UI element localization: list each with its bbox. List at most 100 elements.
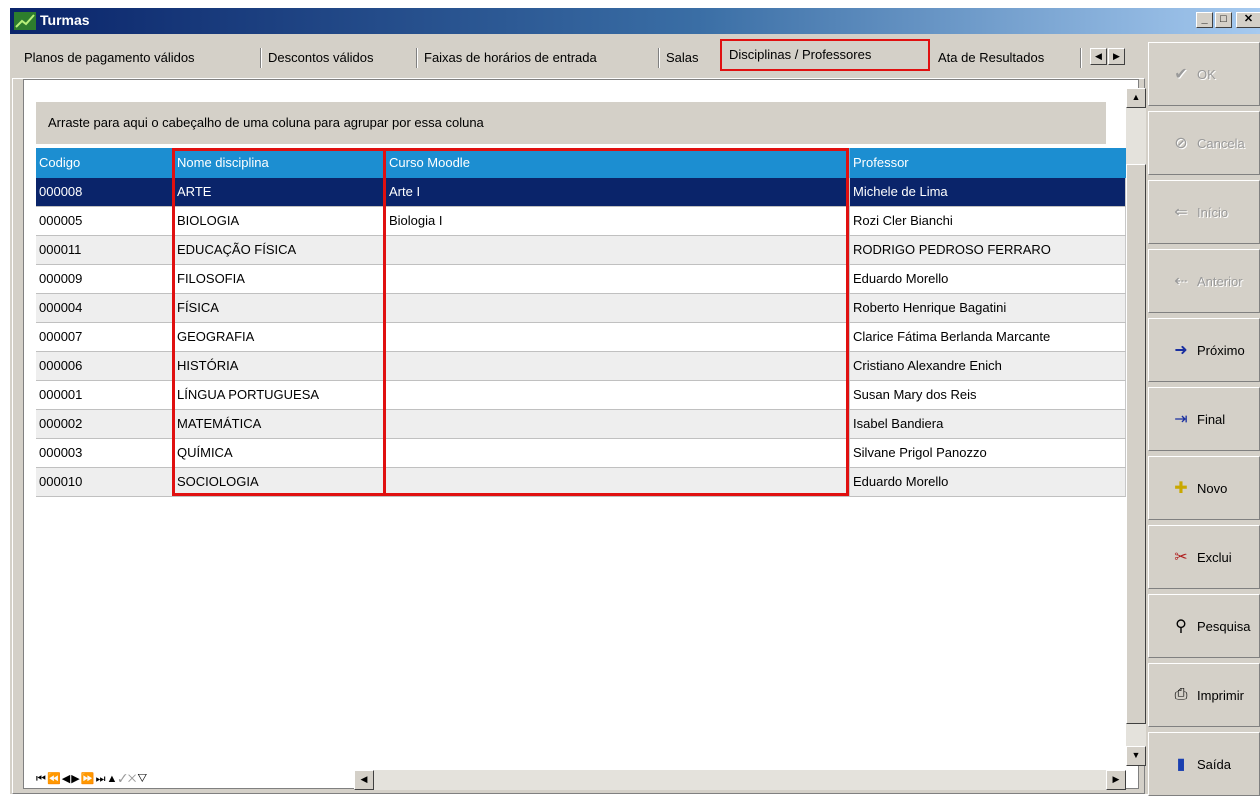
cell-professor[interactable]: Rozi Cler Bianchi bbox=[850, 207, 1126, 235]
novo-button[interactable]: ✚ Novo bbox=[1148, 456, 1260, 520]
cell-nome-disciplina[interactable]: MATEMÁTICA bbox=[174, 410, 386, 438]
imprimir-button[interactable]: ⎙ Imprimir bbox=[1148, 663, 1260, 727]
scroll-right-button[interactable]: ▶ bbox=[1106, 770, 1126, 790]
cell-codigo[interactable]: 000007 bbox=[36, 323, 174, 351]
pesquisa-button[interactable]: ⚲ Pesquisa bbox=[1148, 594, 1260, 658]
cell-professor[interactable]: Cristiano Alexandre Enich bbox=[850, 352, 1126, 380]
cell-codigo[interactable]: 000003 bbox=[36, 439, 174, 467]
proximo-button[interactable]: ➜ Próximo bbox=[1148, 318, 1260, 382]
cell-codigo[interactable]: 000009 bbox=[36, 265, 174, 293]
saida-button[interactable]: ▮ Saída bbox=[1148, 732, 1260, 796]
column-header-codigo[interactable]: Codigo bbox=[36, 148, 174, 178]
nav-prior-icon[interactable]: ◀ bbox=[62, 773, 71, 785]
ok-button[interactable]: ✔ OK bbox=[1148, 42, 1260, 106]
cell-codigo[interactable]: 000006 bbox=[36, 352, 174, 380]
cell-curso-moodle[interactable] bbox=[386, 410, 850, 438]
tab-scroll-left-button[interactable]: ◀ bbox=[1090, 48, 1107, 65]
table-row[interactable]: 000004 FÍSICA Roberto Henrique Bagatini bbox=[36, 294, 1126, 323]
cell-curso-moodle[interactable] bbox=[386, 265, 850, 293]
tab-disciplinas-professores[interactable]: Disciplinas / Professores bbox=[720, 39, 930, 71]
nav-last-icon[interactable]: ⏭ bbox=[96, 773, 106, 785]
cell-curso-moodle[interactable] bbox=[386, 468, 850, 496]
cell-professor[interactable]: Susan Mary dos Reis bbox=[850, 381, 1126, 409]
nav-filter-icon[interactable]: ▽ bbox=[137, 773, 147, 785]
vertical-scroll-thumb[interactable] bbox=[1126, 164, 1146, 724]
table-row[interactable]: 000005 BIOLOGIA Biologia I Rozi Cler Bianch… bbox=[36, 207, 1126, 236]
cell-professor[interactable]: Clarice Fátima Berlanda Marcante bbox=[850, 323, 1126, 351]
cell-professor[interactable]: Eduardo Morello bbox=[850, 265, 1126, 293]
cell-codigo[interactable]: 000010 bbox=[36, 468, 174, 496]
tab-scroll-right-button[interactable]: ▶ bbox=[1108, 48, 1125, 65]
cell-curso-moodle[interactable]: Biologia I bbox=[386, 207, 850, 235]
cell-nome-disciplina[interactable]: BIOLOGIA bbox=[174, 207, 386, 235]
table-row[interactable]: 000007 GEOGRAFIA Clarice Fátima Berlanda M… bbox=[36, 323, 1126, 352]
cell-codigo[interactable]: 000002 bbox=[36, 410, 174, 438]
cell-curso-moodle[interactable] bbox=[386, 352, 850, 380]
nav-prior-page-icon[interactable]: ⏪ bbox=[47, 773, 61, 785]
nav-post-icon[interactable]: ✓ bbox=[118, 773, 126, 785]
table-row[interactable]: 000001 LÍNGUA PORTUGUESA Susan Mary dos Re… bbox=[36, 381, 1126, 410]
cell-codigo[interactable]: 000001 bbox=[36, 381, 174, 409]
cell-nome-disciplina[interactable]: HISTÓRIA bbox=[174, 352, 386, 380]
tab-faixas-horarios[interactable]: Faixas de horários de entrada bbox=[418, 46, 597, 70]
table-row[interactable]: 000003 QUÍMICA Silvane Prigol Panozzo bbox=[36, 439, 1126, 468]
nav-first-icon[interactable]: ⏮ bbox=[36, 773, 46, 785]
close-button[interactable]: ✕ bbox=[1236, 12, 1260, 28]
cell-nome-disciplina[interactable]: FÍSICA bbox=[174, 294, 386, 322]
cell-curso-moodle[interactable] bbox=[386, 381, 850, 409]
table-row[interactable]: 000006 HISTÓRIA Cristiano Alexandre Enich bbox=[36, 352, 1126, 381]
vertical-scrollbar[interactable]: ▲ ▼ bbox=[1126, 88, 1146, 766]
cell-nome-disciplina[interactable]: EDUCAÇÃO FÍSICA bbox=[174, 236, 386, 264]
cell-nome-disciplina[interactable]: QUÍMICA bbox=[174, 439, 386, 467]
scroll-left-button[interactable]: ◀ bbox=[354, 770, 374, 790]
cell-curso-moodle[interactable] bbox=[386, 236, 850, 264]
horizontal-scrollbar[interactable]: ◀ ▶ bbox=[354, 770, 1126, 790]
sidebar-button-label: Imprimir bbox=[1197, 687, 1244, 703]
cell-curso-moodle[interactable] bbox=[386, 294, 850, 322]
cell-nome-disciplina[interactable]: SOCIOLOGIA bbox=[174, 468, 386, 496]
cell-professor[interactable]: Silvane Prigol Panozzo bbox=[850, 439, 1126, 467]
cell-codigo[interactable]: 000008 bbox=[36, 178, 174, 206]
cell-codigo[interactable]: 000004 bbox=[36, 294, 174, 322]
final-button[interactable]: ⇥ Final bbox=[1148, 387, 1260, 451]
cell-professor[interactable]: Isabel Bandiera bbox=[850, 410, 1126, 438]
table-row[interactable]: 000002 MATEMÁTICA Isabel Bandiera bbox=[36, 410, 1126, 439]
tab-planos-pagamento[interactable]: Planos de pagamento válidos bbox=[18, 46, 195, 70]
nav-cancel-icon[interactable]: ✕ bbox=[128, 773, 136, 785]
column-header-curso-moodle[interactable]: Curso Moodle bbox=[386, 148, 850, 178]
cell-codigo[interactable]: 000011 bbox=[36, 236, 174, 264]
inicio-button[interactable]: ⇐ Início bbox=[1148, 180, 1260, 244]
tab-salas[interactable]: Salas bbox=[660, 46, 699, 70]
column-header-professor[interactable]: Professor bbox=[850, 148, 1126, 178]
cell-curso-moodle[interactable] bbox=[386, 323, 850, 351]
cell-codigo[interactable]: 000005 bbox=[36, 207, 174, 235]
anterior-button[interactable]: ⇠ Anterior bbox=[1148, 249, 1260, 313]
minimize-button[interactable]: _ bbox=[1196, 12, 1213, 28]
maximize-button[interactable]: □ bbox=[1215, 12, 1232, 28]
table-row[interactable]: 000011 EDUCAÇÃO FÍSICA RODRIGO PEDROSO FER… bbox=[36, 236, 1126, 265]
table-row[interactable]: 000010 SOCIOLOGIA Eduardo Morello bbox=[36, 468, 1126, 497]
cell-professor[interactable]: Michele de Lima bbox=[850, 178, 1126, 206]
tab-descontos[interactable]: Descontos válidos bbox=[262, 46, 374, 70]
table-row[interactable]: 000009 FILOSOFIA Eduardo Morello bbox=[36, 265, 1126, 294]
tab-ata-resultados[interactable]: Ata de Resultados bbox=[932, 46, 1044, 70]
cell-curso-moodle[interactable]: Arte I bbox=[386, 178, 850, 206]
nav-insert-icon[interactable]: ▲ bbox=[107, 773, 118, 785]
exclui-button[interactable]: ✂ Exclui bbox=[1148, 525, 1260, 589]
cell-curso-moodle[interactable] bbox=[386, 439, 850, 467]
scroll-up-button[interactable]: ▲ bbox=[1126, 88, 1146, 108]
table-row[interactable]: 000008 ARTE Arte I Michele de Lima bbox=[36, 178, 1126, 207]
cell-professor[interactable]: RODRIGO PEDROSO FERRARO bbox=[850, 236, 1126, 264]
cell-nome-disciplina[interactable]: GEOGRAFIA bbox=[174, 323, 386, 351]
cancela-button[interactable]: ⊘ Cancela bbox=[1148, 111, 1260, 175]
nav-next-icon[interactable]: ▶ bbox=[71, 773, 80, 785]
cell-nome-disciplina[interactable]: ARTE bbox=[174, 178, 386, 206]
cell-professor[interactable]: Eduardo Morello bbox=[850, 468, 1126, 496]
column-header-nome-disciplina[interactable]: Nome disciplina bbox=[174, 148, 386, 178]
cell-nome-disciplina[interactable]: LÍNGUA PORTUGUESA bbox=[174, 381, 386, 409]
scroll-down-button[interactable]: ▼ bbox=[1126, 746, 1146, 766]
cell-nome-disciplina[interactable]: FILOSOFIA bbox=[174, 265, 386, 293]
nav-next-page-icon[interactable]: ⏩ bbox=[81, 773, 95, 785]
cell-professor[interactable]: Roberto Henrique Bagatini bbox=[850, 294, 1126, 322]
group-by-hint[interactable]: Arraste para aqui o cabeçalho de uma col… bbox=[36, 102, 1106, 144]
